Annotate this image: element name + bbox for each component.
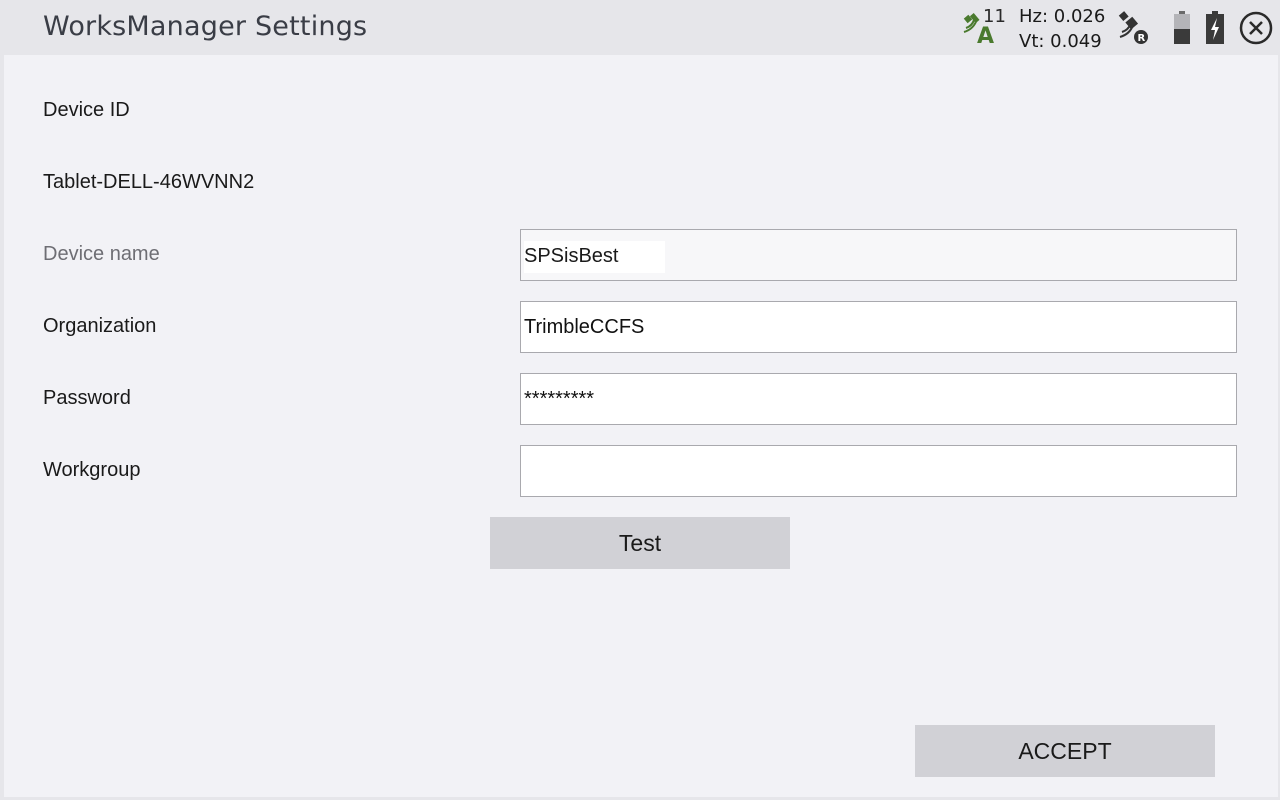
svg-text:R: R xyxy=(1138,33,1146,44)
satellite-count: 11 xyxy=(983,6,1006,27)
vertical-precision: Vt: 0.049 xyxy=(1019,31,1102,52)
organization-input[interactable] xyxy=(520,301,1237,353)
accept-button[interactable]: ACCEPT xyxy=(915,725,1215,777)
title-bar: WorksManager Settings A 11 Hz: 0.026 Vt:… xyxy=(0,0,1280,55)
horizontal-precision: Hz: 0.026 xyxy=(1019,6,1106,27)
battery-charging-icon xyxy=(1206,11,1224,44)
battery-icon xyxy=(1174,11,1190,44)
workgroup-label: Workgroup xyxy=(43,459,141,481)
organization-label: Organization xyxy=(43,315,157,337)
precision-readout: Hz: 0.026 Vt: 0.049 xyxy=(1019,4,1105,54)
password-input[interactable] xyxy=(520,373,1237,425)
device-name-label: Device name xyxy=(43,243,160,265)
password-label: Password xyxy=(43,387,131,409)
device-name-value: SPSisBest xyxy=(524,241,665,273)
settings-panel xyxy=(4,55,1278,797)
test-button[interactable]: Test xyxy=(490,517,790,569)
window-title: WorksManager Settings xyxy=(43,11,368,42)
device-id-value: Tablet-DELL-46WVNN2 xyxy=(43,171,255,193)
rover-radio-icon: R xyxy=(1118,11,1148,44)
svg-text:A: A xyxy=(977,24,994,46)
device-id-label: Device ID xyxy=(43,99,130,121)
workgroup-input[interactable] xyxy=(520,445,1237,497)
close-icon[interactable] xyxy=(1238,10,1274,46)
